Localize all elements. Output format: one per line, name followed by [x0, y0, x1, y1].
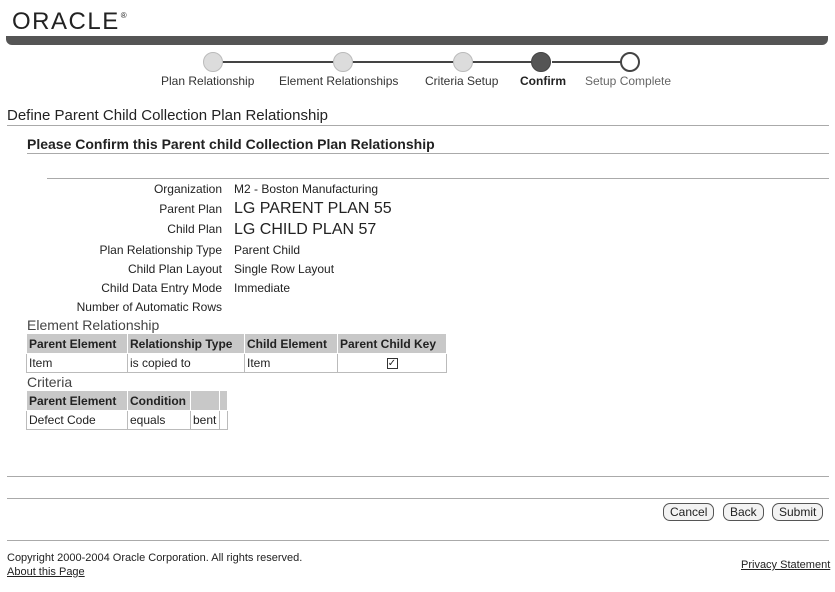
oracle-logo: ORACLE®: [12, 8, 128, 36]
train-label-criteria-setup[interactable]: Criteria Setup: [425, 74, 498, 88]
section-title-divider: [27, 153, 829, 154]
criteria-condition-cell: equals: [127, 410, 191, 430]
content-bottom-divider: [7, 476, 829, 477]
column-header-value: [190, 390, 220, 411]
element-relationship-table: Parent Element Relationship Type Child E…: [26, 333, 447, 373]
train-label-element-relationships[interactable]: Element Relationships: [279, 74, 398, 88]
train-label-setup-complete: Setup Complete: [585, 74, 672, 88]
section-title: Please Confirm this Parent child Collect…: [27, 136, 435, 152]
parent-child-key-cell: ✓: [337, 353, 447, 373]
column-header-child-element: Child Element: [244, 333, 338, 354]
criteria-table: Parent Element Condition Defect Code equ…: [26, 390, 228, 430]
plan-relationship-type-label: Plan Relationship Type: [99, 243, 222, 257]
train-stop-plan-relationship[interactable]: [203, 52, 223, 72]
checked-checkbox-icon: ✓: [386, 358, 398, 370]
cancel-button[interactable]: Cancel: [663, 503, 715, 521]
page-title: Define Parent Child Collection Plan Rela…: [7, 107, 329, 124]
child-element-cell: Item: [244, 353, 338, 373]
train-stop-setup-complete: [620, 52, 640, 72]
train-stop-element-relationships[interactable]: [333, 52, 353, 72]
child-plan-value: LG CHILD PLAN 57: [234, 221, 377, 238]
criteria-parent-element-cell: Defect Code: [26, 410, 128, 430]
child-data-entry-mode-value: Immediate: [234, 281, 291, 295]
organization-value: M2 - Boston Manufacturing: [234, 182, 379, 196]
column-header-parent-element: Parent Element: [26, 390, 128, 411]
form-divider: [47, 178, 829, 179]
copyright-text: Copyright 2000-2004 Oracle Corporation. …: [7, 552, 303, 564]
train-label-plan-relationship[interactable]: Plan Relationship: [161, 74, 254, 88]
header-bar: [6, 36, 828, 45]
child-data-entry-mode-label: Child Data Entry Mode: [101, 281, 222, 295]
parent-element-cell: Item: [26, 353, 128, 373]
submit-button[interactable]: Submit: [772, 503, 824, 521]
relationship-type-cell: is copied to: [127, 353, 245, 373]
button-bar-divider: [7, 498, 829, 499]
train-line-completed: [222, 61, 542, 63]
organization-label: Organization: [153, 182, 222, 196]
child-plan-layout-value: Single Row Layout: [234, 262, 335, 276]
table-row: Defect Code equals bent: [26, 410, 228, 430]
privacy-statement-link[interactable]: Privacy Statement: [741, 559, 830, 571]
criteria-heading: Criteria: [27, 374, 73, 390]
column-header-extra: [219, 390, 228, 411]
parent-plan-label: Parent Plan: [159, 202, 222, 216]
column-header-condition: Condition: [127, 390, 191, 411]
table-row: Item is copied to Item ✓: [26, 353, 447, 373]
about-this-page-link[interactable]: About this Page: [7, 566, 85, 578]
criteria-value-cell: bent: [190, 410, 220, 430]
footer-divider: [7, 540, 829, 541]
logo-text: ORACLE: [12, 8, 120, 35]
train-label-confirm: Confirm: [520, 74, 566, 88]
criteria-extra-cell: [219, 410, 228, 430]
train-stop-confirm: [531, 52, 551, 72]
train-line-upcoming: [552, 61, 624, 63]
page-title-divider: [7, 125, 829, 126]
logo-registered-mark: ®: [120, 11, 129, 20]
plan-relationship-type-value: Parent Child: [234, 243, 301, 257]
number-of-automatic-rows-label: Number of Automatic Rows: [76, 300, 222, 314]
child-plan-layout-label: Child Plan Layout: [127, 262, 222, 276]
train-stop-criteria-setup[interactable]: [453, 52, 473, 72]
column-header-parent-element: Parent Element: [26, 333, 128, 354]
element-relationship-heading: Element Relationship: [27, 317, 160, 333]
column-header-parent-child-key: Parent Child Key: [337, 333, 447, 354]
back-button[interactable]: Back: [723, 503, 764, 521]
child-plan-label: Child Plan: [167, 222, 222, 236]
parent-plan-value: LG PARENT PLAN 55: [234, 200, 392, 217]
column-header-relationship-type: Relationship Type: [127, 333, 245, 354]
